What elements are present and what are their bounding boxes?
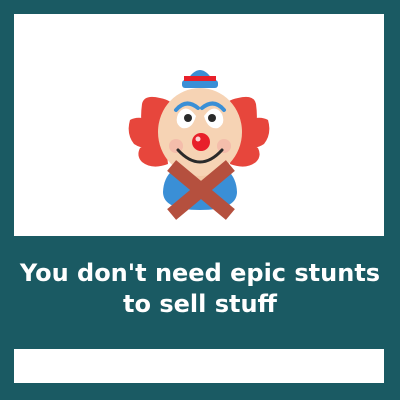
caption-line-1: You don't need epic stunts [19, 259, 381, 287]
card: { "caption": { "line1": "You don't need … [0, 0, 400, 400]
clown-nose [192, 133, 210, 151]
caption: You don't need epic stunts to sell stuff [0, 258, 400, 320]
caption-line-2: to sell stuff [123, 290, 277, 318]
clown-icon [128, 70, 270, 220]
bottom-bar [14, 349, 384, 383]
illustration-panel [14, 14, 384, 236]
